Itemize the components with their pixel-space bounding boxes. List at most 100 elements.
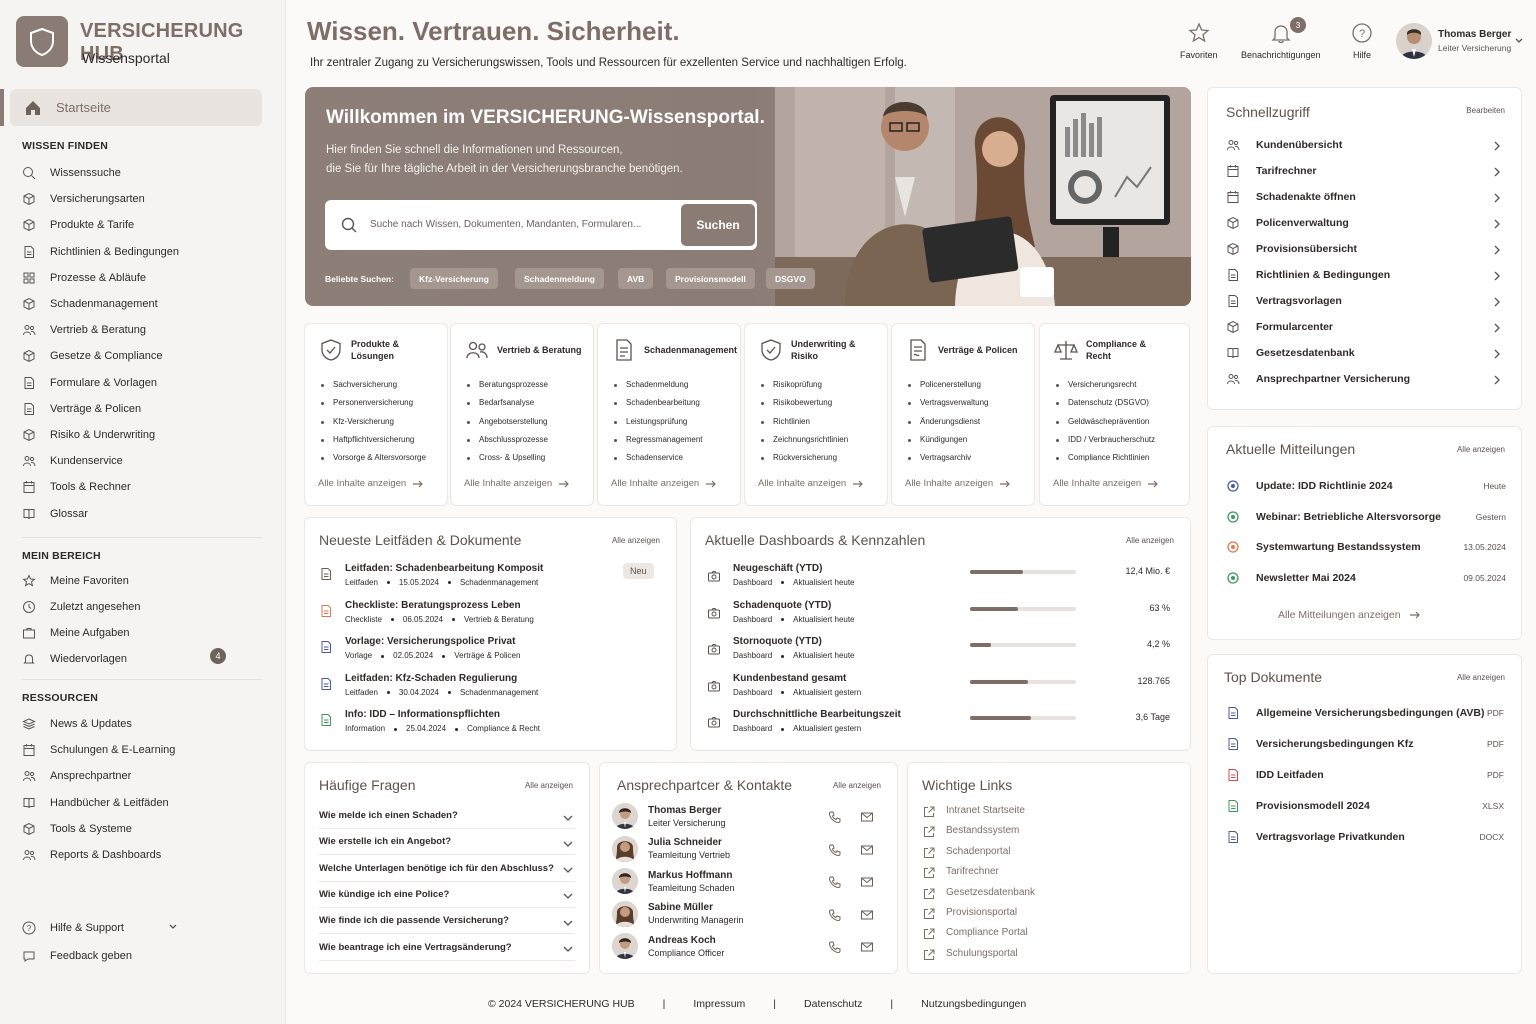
- mail-icon[interactable]: [860, 810, 874, 824]
- faq-item[interactable]: Wie melde ich einen Schaden?: [319, 803, 575, 829]
- favorites-button[interactable]: Favoriten: [1180, 22, 1218, 60]
- popular-search-chip[interactable]: DSGVO: [766, 268, 815, 289]
- dashboard-row[interactable]: Schadenquote (YTD) Dashboard Aktualisiert …: [707, 600, 855, 624]
- contact-row[interactable]: Andreas Koch Compliance Officer: [612, 933, 724, 959]
- category-link[interactable]: Beratungsprozesse: [465, 376, 548, 394]
- sidebar-item[interactable]: Prozesse & Abläufe: [22, 271, 146, 285]
- category-link[interactable]: Kündigungen: [906, 431, 988, 449]
- mail-icon[interactable]: [860, 940, 874, 954]
- dashboard-row[interactable]: Durchschnittliche Bearbeitungszeit Dashbo…: [707, 709, 901, 733]
- category-link[interactable]: Kfz-Versicherung: [319, 413, 426, 431]
- top-document-row[interactable]: Versicherungsbedingungen Kfz PDF: [1226, 737, 1504, 751]
- sidebar-item[interactable]: Wissenssuche: [22, 166, 121, 180]
- category-link[interactable]: Schadenservice: [612, 449, 702, 467]
- category-link[interactable]: IDD / Verbraucherschutz: [1054, 431, 1155, 449]
- category-link[interactable]: Cross- & Upselling: [465, 449, 548, 467]
- document-row[interactable]: Info: IDD – Informationspflichten Informa…: [319, 709, 540, 733]
- news-item[interactable]: Newsletter Mai 2024 09.05.2024: [1226, 571, 1506, 585]
- important-link[interactable]: Bestandssystem: [922, 825, 1019, 838]
- notifications-button[interactable]: Benachrichtigungen: [1241, 22, 1321, 60]
- category-card[interactable]: Schadenmanagement Schadenmeldung Schadenbe…: [597, 323, 741, 506]
- faq-item[interactable]: Wie erstelle ich ein Angebot?: [319, 829, 575, 856]
- category-link[interactable]: Datenschutz (DSGVO): [1054, 394, 1155, 412]
- category-card[interactable]: Underwriting & Risiko Risikoprüfung Risiko…: [744, 323, 888, 506]
- show-all-link[interactable]: Alle anzeigen: [1457, 673, 1505, 682]
- document-row[interactable]: Leitfaden: Schadenbearbeitung Komposit Le…: [319, 563, 543, 587]
- category-link[interactable]: Schadenbearbeitung: [612, 394, 702, 412]
- phone-icon[interactable]: [828, 940, 842, 954]
- document-row[interactable]: Leitfaden: Kfz-Schaden Regulierung Leitfa…: [319, 673, 538, 697]
- quick-access-item[interactable]: Vertragsvorlagen: [1226, 294, 1504, 308]
- category-link[interactable]: Risikoprüfung: [759, 376, 848, 394]
- sidebar-item[interactable]: Zuletzt angesehen: [22, 600, 141, 614]
- category-link[interactable]: Bedarfsanalyse: [465, 394, 548, 412]
- sidebar-item[interactable]: Vertrieb & Beratung: [22, 323, 146, 337]
- category-link[interactable]: Schadenmeldung: [612, 376, 702, 394]
- sidebar-item[interactable]: Schadenmanagement: [22, 297, 158, 311]
- faq-item[interactable]: Wie beantrage ich eine Vertragsänderung?: [319, 935, 575, 961]
- important-link[interactable]: Tarifrechner: [922, 866, 999, 879]
- category-link[interactable]: Zeichnungsrichtlinien: [759, 431, 848, 449]
- category-link[interactable]: Sachversicherung: [319, 376, 426, 394]
- sidebar-item[interactable]: Reports & Dashboards: [22, 848, 161, 862]
- category-card[interactable]: Produkte & Lösungen Sachversicherung Perso…: [304, 323, 448, 506]
- popular-search-chip[interactable]: Kfz-Versicherung: [410, 268, 498, 289]
- category-card[interactable]: Verträge & Policen Policenerstellung Vertr…: [891, 323, 1035, 506]
- category-link[interactable]: Policenerstellung: [906, 376, 988, 394]
- category-card[interactable]: Vertrieb & Beratung Beratungsprozesse Beda…: [450, 323, 594, 506]
- show-all-content-link[interactable]: Alle Inhalte anzeigen: [905, 478, 1011, 490]
- document-row[interactable]: Vorlage: Versicherungspolice Privat Vorla…: [319, 636, 520, 660]
- category-link[interactable]: Vertragsverwaltung: [906, 394, 988, 412]
- show-all-content-link[interactable]: Alle Inhalte anzeigen: [611, 478, 717, 490]
- faq-item[interactable]: Wie kündige ich eine Police?: [319, 882, 575, 908]
- category-link[interactable]: Regressmanagement: [612, 431, 702, 449]
- all-news-link[interactable]: Alle Mitteilungen anzeigen: [1278, 609, 1421, 621]
- important-link[interactable]: Provisionsportal: [922, 907, 1017, 919]
- sidebar-item[interactable]: Meine Favoriten: [22, 574, 129, 588]
- sidebar-item[interactable]: Wiedervorlagen: [22, 652, 127, 666]
- show-all-content-link[interactable]: Alle Inhalte anzeigen: [1053, 478, 1159, 490]
- category-card[interactable]: Compliance & Recht Versicherungsrecht Date…: [1039, 323, 1190, 506]
- sidebar-item[interactable]: Verträge & Policen: [22, 402, 141, 416]
- category-link[interactable]: Leistungsprüfung: [612, 413, 702, 431]
- dashboard-row[interactable]: Stornoquote (YTD) Dashboard Aktualisiert h…: [707, 636, 855, 660]
- quick-access-item[interactable]: Gesetzesdatenbank: [1226, 346, 1504, 360]
- quick-access-item[interactable]: Formularcenter: [1226, 320, 1504, 334]
- sidebar-item[interactable]: Schulungen & E-Learning: [22, 743, 175, 757]
- category-link[interactable]: Richtlinien: [759, 413, 848, 431]
- category-link[interactable]: Geldwäscheprävention: [1054, 413, 1155, 431]
- sidebar-item[interactable]: Produkte & Tarife: [22, 218, 134, 232]
- phone-icon[interactable]: [828, 908, 842, 922]
- category-link[interactable]: Rückversicherung: [759, 449, 848, 467]
- category-link[interactable]: Risikobewertung: [759, 394, 848, 412]
- terms-link[interactable]: Nutzungsbedingungen: [921, 998, 1026, 1010]
- show-all-content-link[interactable]: Alle Inhalte anzeigen: [318, 478, 424, 490]
- sidebar-item[interactable]: Richtlinien & Bedingungen: [22, 245, 179, 259]
- news-item[interactable]: Systemwartung Bestandssystem 13.05.2024: [1226, 540, 1506, 554]
- news-item[interactable]: Update: IDD Richtlinie 2024 Heute: [1226, 479, 1506, 493]
- show-all-link[interactable]: Alle anzeigen: [612, 536, 660, 545]
- imprint-link[interactable]: Impressum: [693, 998, 745, 1010]
- sidebar-item[interactable]: Tools & Rechner: [22, 480, 131, 494]
- sidebar-item[interactable]: Formulare & Vorlagen: [22, 376, 157, 390]
- dashboard-row[interactable]: Kundenbestand gesamt Dashboard Aktualisier…: [707, 673, 861, 697]
- phone-icon[interactable]: [828, 843, 842, 857]
- chevron-down-icon[interactable]: [1514, 36, 1524, 46]
- mail-icon[interactable]: [860, 843, 874, 857]
- popular-search-chip[interactable]: Provisionsmodell: [666, 268, 755, 289]
- category-link[interactable]: Vorsorge & Altersvorsorge: [319, 449, 426, 467]
- search-button[interactable]: Suchen: [681, 204, 755, 246]
- phone-icon[interactable]: [828, 810, 842, 824]
- sidebar-item[interactable]: Risiko & Underwriting: [22, 428, 155, 442]
- important-link[interactable]: Compliance Portal: [922, 927, 1028, 940]
- category-link[interactable]: Haftpflichtversicherung: [319, 431, 426, 449]
- sidebar-item[interactable]: News & Updates: [22, 717, 132, 731]
- show-all-content-link[interactable]: Alle Inhalte anzeigen: [758, 478, 864, 490]
- category-link[interactable]: Versicherungsrecht: [1054, 376, 1155, 394]
- important-link[interactable]: Intranet Startseite: [922, 805, 1025, 817]
- news-item[interactable]: Webinar: Betriebliche Altersvorsorge Gest…: [1226, 510, 1506, 524]
- show-all-link[interactable]: Alle anzeigen: [525, 781, 573, 790]
- show-all-link[interactable]: Alle anzeigen: [833, 781, 881, 790]
- quick-access-item[interactable]: Schadenakte öffnen: [1226, 190, 1504, 204]
- nav-startseite[interactable]: Startseite: [10, 89, 262, 126]
